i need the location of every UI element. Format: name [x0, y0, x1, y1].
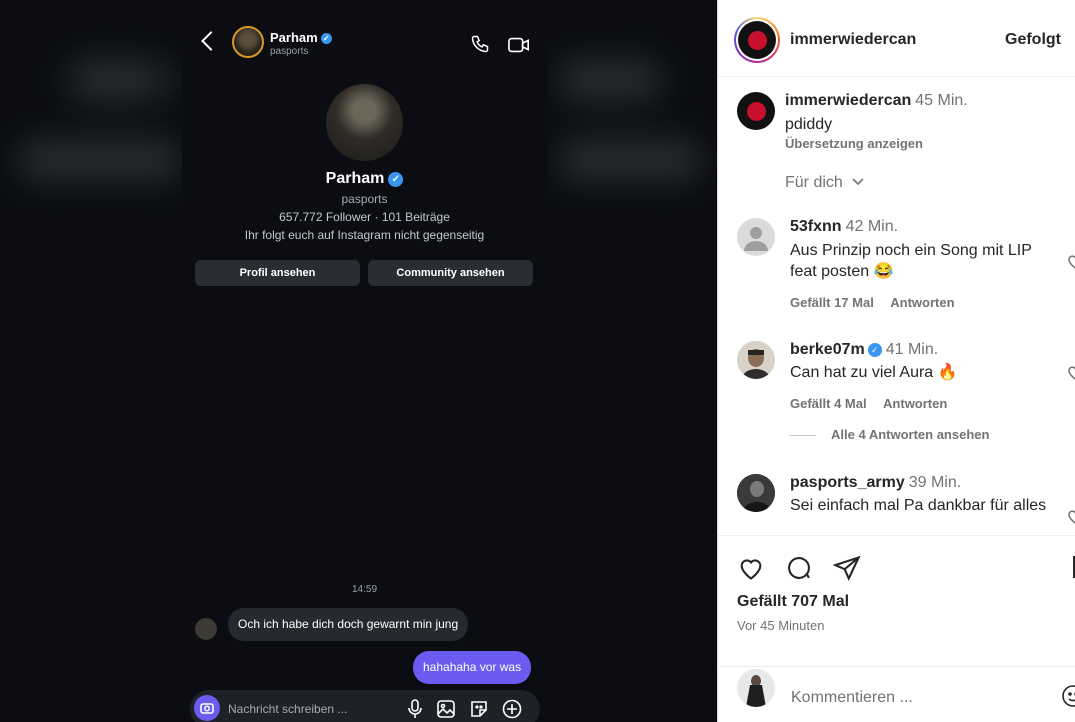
comment-likes[interactable]: Gefällt 17 Mal: [790, 295, 874, 310]
following-button[interactable]: Gefolgt: [1005, 31, 1061, 49]
profile-stats: 657.772 Follower · 101 Beiträge: [279, 210, 450, 224]
avatar[interactable]: [737, 92, 775, 130]
sticker-icon: [471, 701, 487, 717]
caption-text: pdiddy: [785, 116, 833, 133]
dm-screenshot: Parham ✓ pasports Parham ✓ pasports 657.77…: [182, 0, 547, 722]
comment-username[interactable]: berke07m: [790, 341, 865, 358]
outgoing-message: hahahaha vor was: [413, 651, 532, 684]
sort-label: Für dich: [785, 174, 843, 191]
avatar: [232, 26, 264, 58]
incoming-message: Och ich habe dich doch gewarnt min jung: [228, 608, 469, 641]
comment-likes[interactable]: Gefällt 4 Mal: [790, 396, 867, 411]
microphone-icon: [408, 699, 422, 718]
verified-icon: ✓: [320, 33, 332, 44]
profile-username: pasports: [341, 192, 388, 206]
comment-time: 39 Min.: [908, 474, 962, 491]
view-profile-button: Profil ansehen: [195, 260, 360, 286]
message-input-placeholder: Nachricht schreiben ...: [228, 702, 348, 716]
verified-icon: ✓: [388, 172, 404, 187]
avatar[interactable]: [737, 341, 775, 379]
owner-avatar: [738, 21, 776, 59]
phone-icon: [471, 35, 489, 53]
avatar: [195, 618, 217, 640]
post-sidebar: immerwiedercan Gefolgt immerwiedercan 45 …: [717, 0, 1075, 722]
heart-icon[interactable]: [1066, 363, 1075, 381]
emoji-icon[interactable]: [1061, 684, 1075, 708]
comment-username[interactable]: 53fxnn: [790, 218, 842, 235]
profile-picture: [326, 84, 403, 161]
story-ring[interactable]: [734, 17, 780, 63]
profile-name: Parham ✓: [182, 170, 547, 188]
post-time: Vor 45 Minuten: [737, 618, 825, 633]
caption-time: 45 Min.: [915, 92, 968, 109]
comment-text: Can hat zu viel Aura 🔥: [790, 364, 958, 381]
avatar[interactable]: [737, 474, 775, 512]
dm-header-username: pasports: [270, 46, 309, 57]
profile-mutual-note: Ihr folgt euch auf Instagram nicht gegen…: [244, 228, 485, 242]
heart-icon[interactable]: [1066, 507, 1075, 525]
share-paper-plane-icon[interactable]: [833, 554, 861, 582]
post-actions: Gefällt 707 Mal Vor 45 Minuten Kommentie…: [718, 535, 1075, 722]
video-call-icon: [508, 37, 529, 53]
comment-time: 42 Min.: [845, 218, 899, 235]
comment-bubble-icon[interactable]: [785, 554, 813, 582]
post-header: immerwiedercan Gefolgt: [718, 0, 1075, 77]
comments-list[interactable]: immerwiedercan 45 Min. pdiddy Übersetzung…: [718, 78, 1075, 535]
comment-text: Sei einfach mal Pa dankbar für alles: [790, 497, 1047, 514]
reply-button[interactable]: Antworten: [883, 396, 947, 411]
verified-icon: ✓: [867, 343, 882, 357]
heart-icon[interactable]: [1066, 252, 1075, 270]
message-timestamp: 14:59: [351, 584, 378, 595]
post-media[interactable]: Parham ✓ pasports Parham ✓ pasports 657.77…: [0, 0, 717, 722]
camera-icon: [194, 695, 220, 721]
instagram-post-view: Parham ✓ pasports Parham ✓ pasports 657.77…: [0, 0, 1075, 722]
caption-header: immerwiedercan 45 Min.: [785, 92, 968, 110]
gallery-icon: [437, 700, 455, 718]
comment-text: Aus Prinzip noch ein Song mit LIP feat p…: [790, 242, 1032, 280]
view-replies-button[interactable]: Alle 4 Antworten ansehen: [831, 427, 989, 442]
sort-dropdown[interactable]: Für dich: [785, 174, 865, 192]
plus-circle-icon: [502, 699, 522, 719]
caption-username[interactable]: immerwiedercan: [785, 92, 911, 109]
default-avatar-icon[interactable]: [737, 218, 775, 256]
owner-username[interactable]: immerwiedercan: [790, 31, 916, 49]
back-arrow-icon: [201, 31, 221, 51]
avatar: [737, 669, 775, 707]
likes-count[interactable]: Gefällt 707 Mal: [737, 593, 849, 611]
comment-time: 41 Min.: [885, 341, 939, 358]
view-community-button: Community ansehen: [368, 260, 533, 286]
chevron-down-icon: [852, 178, 864, 186]
reply-button[interactable]: Antworten: [890, 295, 954, 310]
comment-input[interactable]: Kommentieren ...: [791, 689, 913, 707]
like-heart-icon[interactable]: [737, 554, 765, 582]
divider: [790, 435, 816, 436]
comment-input-row: Kommentieren ...: [718, 666, 1075, 722]
dm-header-name: Parham ✓: [270, 30, 332, 45]
comment-username[interactable]: pasports_army: [790, 474, 905, 491]
translate-link[interactable]: Übersetzung anzeigen: [785, 136, 923, 151]
message-composer: Nachricht schreiben ...: [190, 690, 540, 722]
dm-header: Parham ✓ pasports: [182, 24, 547, 64]
